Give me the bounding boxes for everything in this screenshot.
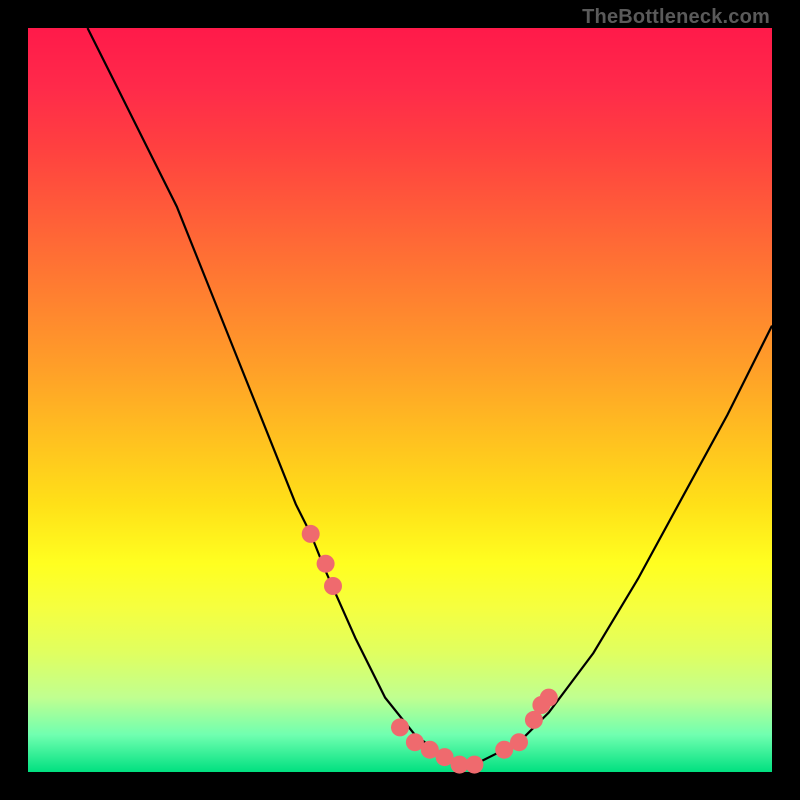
marker-point bbox=[302, 525, 320, 543]
marker-point bbox=[465, 756, 483, 774]
plot-overlay bbox=[28, 28, 772, 772]
marker-point bbox=[391, 718, 409, 736]
marker-group bbox=[302, 525, 558, 774]
watermark-text: TheBottleneck.com bbox=[582, 6, 770, 29]
marker-point bbox=[317, 555, 335, 573]
curve-line bbox=[88, 28, 773, 765]
marker-point bbox=[540, 689, 558, 707]
chart-container: { "watermark": "TheBottleneck.com", "col… bbox=[0, 0, 800, 800]
marker-point bbox=[324, 577, 342, 595]
marker-point bbox=[510, 733, 528, 751]
